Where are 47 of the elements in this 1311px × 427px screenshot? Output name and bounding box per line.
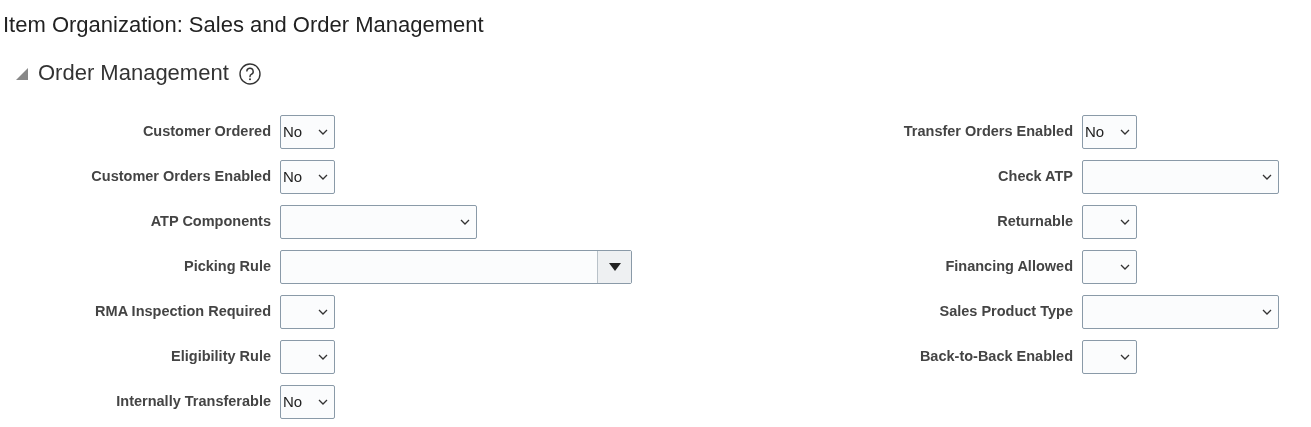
chevron-down-icon	[1120, 353, 1130, 360]
field-label: ATP Components	[149, 211, 271, 231]
section-title: Order Management	[38, 60, 229, 87]
chevron-down-icon	[460, 218, 470, 225]
select-field[interactable]	[280, 294, 335, 329]
expand-triangle-icon[interactable]	[16, 67, 28, 80]
select-value: No	[283, 391, 303, 412]
chevron-down-icon	[1120, 263, 1130, 270]
select-field[interactable]	[1082, 249, 1137, 284]
field-label: Back-to-Back Enabled	[918, 346, 1073, 366]
field-label: Internally Transferable	[115, 391, 271, 411]
select-field[interactable]	[280, 339, 335, 374]
select-field[interactable]	[1082, 339, 1137, 374]
caret-icon	[608, 262, 621, 271]
select-value: No	[283, 166, 303, 187]
field-label: Customer Ordered	[141, 121, 271, 141]
field-label: RMA Inspection Required	[94, 301, 271, 321]
chevron-down-icon	[1262, 173, 1272, 180]
field-label: Picking Rule	[182, 256, 271, 276]
chevron-down-icon	[318, 173, 328, 180]
field-label: Financing Allowed	[944, 256, 1073, 276]
select-field[interactable]: No	[280, 384, 335, 419]
chevron-down-icon	[318, 128, 328, 135]
chevron-down-icon	[1262, 308, 1272, 315]
select-value: No	[1085, 121, 1105, 142]
select-field[interactable]: No	[280, 159, 335, 194]
help-icon[interactable]	[238, 62, 261, 85]
page-title: Item Organization: Sales and Order Management	[3, 12, 485, 39]
select-field[interactable]: No	[1082, 114, 1137, 149]
select-field[interactable]: No	[280, 114, 335, 149]
chevron-down-icon	[318, 308, 328, 315]
field-label: Customer Orders Enabled	[90, 166, 271, 186]
field-label: Eligibility Rule	[170, 346, 271, 366]
chevron-down-icon	[318, 353, 328, 360]
select-field[interactable]	[280, 204, 477, 239]
field-label: Returnable	[996, 211, 1073, 231]
field-label: Transfer Orders Enabled	[902, 121, 1073, 141]
chevron-down-icon	[318, 398, 328, 405]
select-field[interactable]	[1082, 294, 1279, 329]
dropdown-button[interactable]	[597, 250, 631, 283]
field-label: Check ATP	[997, 166, 1073, 186]
select-value: No	[283, 121, 303, 142]
chevron-down-icon	[1120, 128, 1130, 135]
select-field[interactable]	[1082, 204, 1137, 239]
field-label: Sales Product Type	[938, 301, 1073, 321]
chevron-down-icon	[1120, 218, 1130, 225]
select-field[interactable]	[1082, 159, 1279, 194]
